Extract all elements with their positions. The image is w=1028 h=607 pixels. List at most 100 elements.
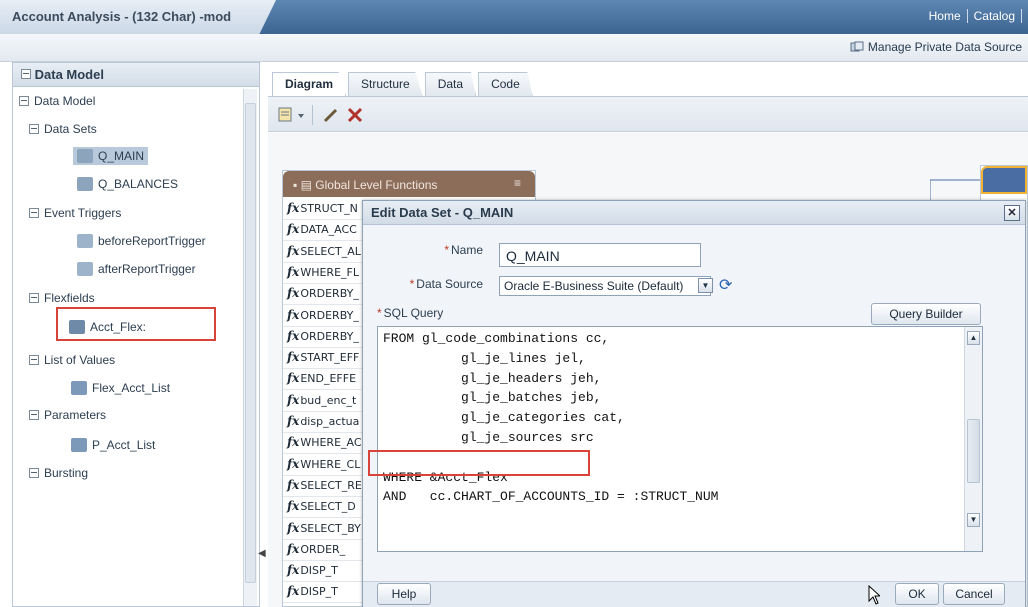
tree-parameters[interactable]: Parameters	[29, 408, 106, 422]
sql-scrollbar[interactable]: ▲ ▼	[964, 327, 982, 551]
chevron-down-icon[interactable]: ▼	[698, 278, 713, 293]
tree-item-p-acct-list[interactable]: P_Acct_List	[71, 438, 155, 452]
scroll-down-icon[interactable]: ▼	[967, 513, 980, 527]
function-item[interactable]: fxWHERE_AC	[287, 435, 362, 449]
function-item[interactable]: fxEND_EFFE	[287, 371, 356, 385]
collapse-icon[interactable]	[19, 96, 29, 106]
function-item[interactable]: fxORDERBY_	[287, 329, 359, 343]
tree-item-before-trigger[interactable]: beforeReportTrigger	[77, 234, 206, 248]
manage-private-data-source-link[interactable]: Manage Private Data Source	[850, 40, 1022, 54]
function-item[interactable]: fxORDER_	[287, 542, 345, 556]
tree-list-of-values[interactable]: List of Values	[29, 353, 115, 367]
header-nav: Home Catalog	[922, 9, 1022, 23]
tree-item-label: P_Acct_List	[92, 438, 156, 452]
tab-structure[interactable]: Structure	[348, 72, 423, 96]
edit-pencil-icon[interactable]	[322, 106, 340, 124]
close-icon[interactable]: ✕	[1004, 205, 1020, 221]
function-item[interactable]: fxSELECT_RE	[287, 478, 362, 492]
panel-heading: Data Model	[13, 63, 259, 87]
new-dataset-icon[interactable]	[278, 106, 306, 124]
delete-x-icon[interactable]	[346, 106, 364, 124]
function-item[interactable]: fxDISP_T	[287, 584, 338, 598]
function-item[interactable]: fxSTRUCT_N	[287, 201, 358, 215]
function-item[interactable]: fxSELECT_AL	[287, 244, 361, 258]
function-item[interactable]: fxDATA_ACC	[287, 222, 357, 236]
sql-query-label: * SQL Query	[377, 306, 444, 320]
function-item[interactable]: fxORDERBY_	[287, 308, 359, 322]
sql-line: gl_je_headers jeh,	[383, 370, 602, 386]
scrollbar-thumb[interactable]	[967, 419, 980, 483]
function-item[interactable]: fxbud_enc_t	[287, 393, 356, 407]
collapse-icon[interactable]: ▪	[293, 178, 297, 192]
function-icon: fx	[287, 499, 300, 514]
function-icon: fx	[287, 414, 300, 428]
function-label: ORDERBY_	[300, 308, 359, 322]
diagram-toolbar	[268, 96, 1028, 132]
query-builder-button[interactable]: Query Builder	[871, 303, 981, 325]
cancel-button[interactable]: Cancel	[943, 583, 1005, 605]
menu-icon[interactable]: ≡	[514, 176, 521, 190]
function-label: DISP_T	[300, 564, 338, 578]
dataset-icon	[77, 149, 93, 163]
tab-code[interactable]: Code	[478, 72, 533, 96]
function-item[interactable]: fxSELECT_D	[287, 499, 356, 513]
function-icon: fx	[287, 328, 300, 343]
function-item[interactable]: fxORDERBY_	[287, 286, 359, 300]
collapse-icon[interactable]	[29, 468, 39, 478]
tree-item-flex-acct-list[interactable]: Flex_Acct_List	[71, 381, 170, 395]
function-item[interactable]: fxWHERE_CL	[287, 457, 360, 471]
data-source-select[interactable]: Oracle E-Business Suite (Default)	[499, 276, 711, 296]
dataset-icon	[77, 177, 93, 191]
function-label: ORDER_	[300, 542, 346, 556]
collapse-icon[interactable]	[29, 293, 39, 303]
sql-line: gl_je_categories cat,	[383, 410, 625, 426]
sql-line: gl_je_batches jeb,	[383, 390, 602, 406]
function-icon: fx	[287, 222, 300, 237]
name-field[interactable]: Q_MAIN	[499, 243, 701, 267]
tree-data-sets[interactable]: Data Sets	[29, 122, 97, 136]
tab-bar: Diagram Structure Data Code	[272, 72, 533, 96]
tree-bursting[interactable]: Bursting	[29, 466, 88, 480]
tree-root[interactable]: Data Model	[19, 94, 95, 108]
trigger-icon	[77, 234, 93, 248]
collapse-icon[interactable]	[29, 124, 39, 134]
collapse-icon[interactable]	[29, 410, 39, 420]
sql-query-editor[interactable]: FROM gl_code_combinations cc, gl_je_line…	[377, 326, 983, 552]
ok-button[interactable]: OK	[895, 583, 939, 605]
function-item[interactable]: fxdisp_actua	[287, 414, 359, 428]
dialog-title: Edit Data Set - Q_MAIN	[363, 201, 1025, 225]
refresh-icon[interactable]: ⟳	[719, 275, 737, 295]
function-item[interactable]: fxSTART_EFF	[287, 350, 359, 364]
dataset-node-header	[981, 166, 1027, 194]
manage-link-label: Manage Private Data Source	[867, 40, 1022, 54]
tree-item-q-balances[interactable]: Q_BALANCES	[77, 177, 178, 191]
scroll-up-icon[interactable]: ▲	[967, 331, 980, 345]
scrollbar-thumb[interactable]	[245, 103, 256, 583]
help-button[interactable]: Help	[377, 583, 431, 605]
function-item[interactable]: fxWHERE_FL	[287, 265, 359, 279]
collapse-icon[interactable]	[21, 69, 31, 79]
tab-diagram[interactable]: Diagram	[272, 72, 347, 96]
left-scrollbar[interactable]	[243, 89, 257, 606]
function-label: SELECT_BY	[300, 521, 361, 535]
mouse-cursor-icon	[868, 585, 880, 605]
home-link[interactable]: Home	[922, 9, 968, 23]
highlight-where-clause	[368, 450, 590, 476]
catalog-link[interactable]: Catalog	[967, 9, 1022, 23]
tree-flexfields-label: Flexfields	[44, 291, 95, 305]
function-label: START_EFF	[300, 351, 360, 365]
tab-data[interactable]: Data	[424, 72, 477, 96]
collapse-icon[interactable]	[29, 355, 39, 365]
tree-item-after-trigger[interactable]: afterReportTrigger	[77, 262, 196, 276]
tree-event-triggers[interactable]: Event Triggers	[29, 206, 121, 220]
splitter-arrow-icon[interactable]: ◀	[258, 548, 266, 560]
function-icon: fx	[287, 520, 300, 535]
tree-item-q-main[interactable]: Q_MAIN	[73, 147, 149, 165]
function-icon: fx	[287, 541, 300, 556]
edit-data-set-dialog: Edit Data Set - Q_MAIN ✕ * Name Q_MAIN * D…	[362, 200, 1026, 607]
tree-flexfields[interactable]: Flexfields	[29, 291, 95, 305]
function-item[interactable]: fxDISP_T	[287, 563, 338, 577]
function-item[interactable]: fxSELECT_BY	[287, 521, 361, 535]
collapse-icon[interactable]	[29, 208, 39, 218]
function-label: WHERE_AC	[300, 436, 362, 450]
